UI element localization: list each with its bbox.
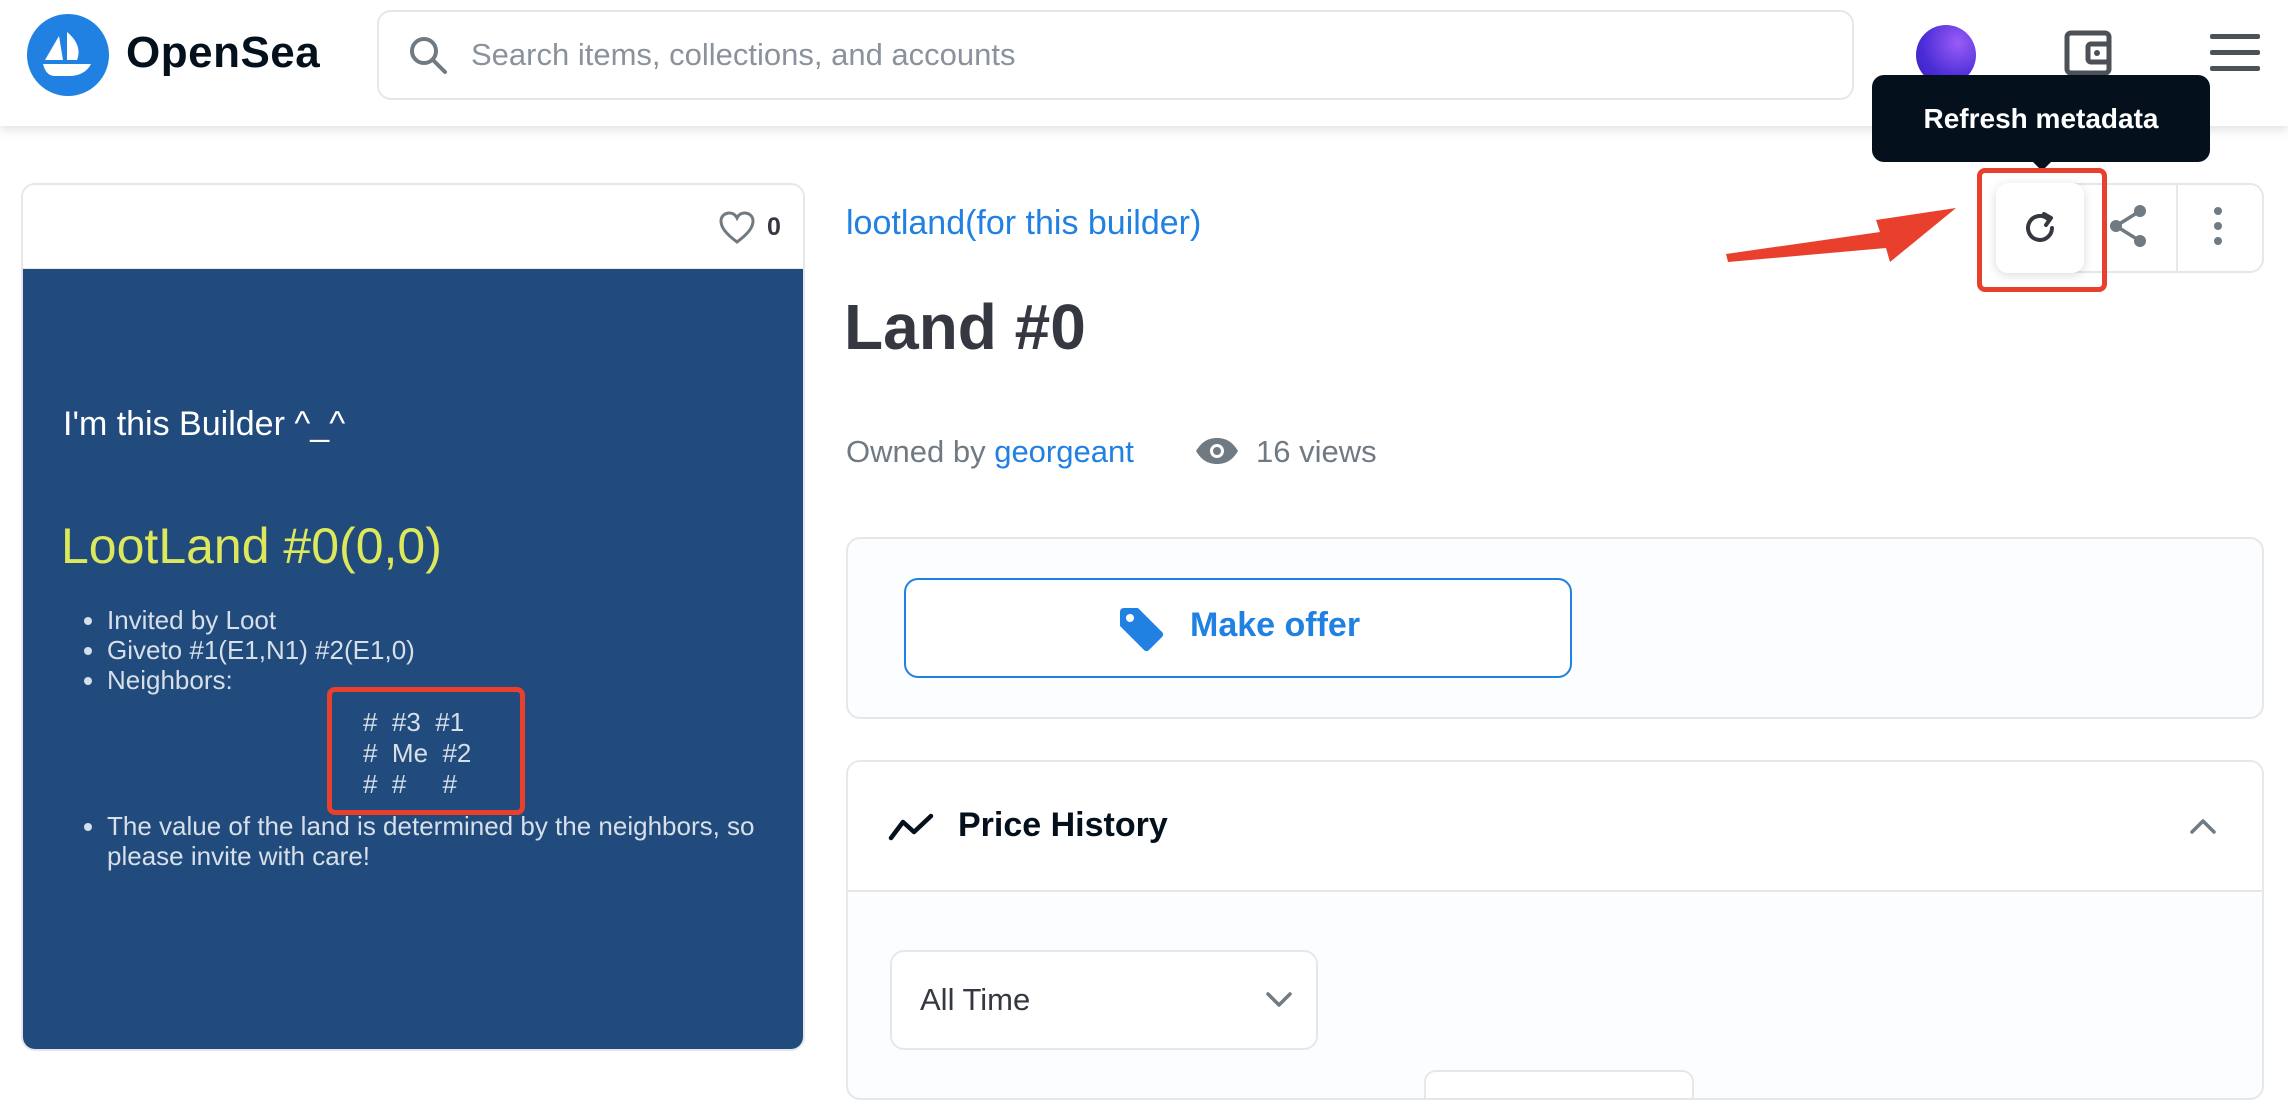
search-input[interactable]: Search items, collections, and accounts	[377, 10, 1854, 100]
heart-icon[interactable]	[719, 211, 755, 245]
refresh-metadata-tooltip: Refresh metadata	[1872, 75, 2210, 171]
artwork-title: LootLand #0(0,0)	[61, 518, 442, 574]
artwork-bullet: Invited by Loot	[107, 605, 415, 635]
refresh-highlight-box	[1977, 168, 2107, 292]
page-title: Land #0	[844, 291, 1086, 363]
wallet-icon[interactable]	[2064, 28, 2114, 78]
price-history-panel: Price History All Time	[846, 760, 2264, 1100]
tag-icon	[1120, 608, 1164, 652]
owned-by: Owned by georgeant	[846, 434, 1134, 470]
chart-summary-box	[1424, 1070, 1694, 1098]
owner-link[interactable]: georgeant	[994, 434, 1134, 469]
asset-artwork[interactable]: I'm this Builder ^_^ LootLand #0(0,0) In…	[23, 269, 803, 1049]
opensea-logo-icon[interactable]	[27, 14, 109, 96]
price-history-header[interactable]: Price History	[848, 762, 2262, 892]
artwork-note-list: The value of the land is determined by t…	[107, 811, 787, 871]
menu-icon[interactable]	[2210, 34, 2260, 72]
search-icon	[410, 37, 447, 74]
artwork-bullet-list: Invited by Loot Giveto #1(E1,N1) #2(E1,0…	[107, 605, 415, 695]
search-placeholder: Search items, collections, and accounts	[471, 37, 1016, 72]
brand-name[interactable]: OpenSea	[126, 28, 320, 78]
view-count: 16 views	[1256, 434, 1377, 469]
time-filter-select[interactable]: All Time	[890, 950, 1318, 1050]
neighbors-highlight-box	[327, 687, 525, 815]
eye-icon	[1196, 438, 1238, 464]
divider	[2176, 185, 2178, 271]
collection-link[interactable]: lootland(for this builder)	[846, 204, 1201, 243]
owned-by-label: Owned by	[846, 434, 986, 469]
make-offer-button[interactable]: Make offer	[904, 578, 1572, 678]
artwork-bullet: Giveto #1(E1,N1) #2(E1,0)	[107, 635, 415, 665]
asset-card-header: 0	[23, 185, 803, 269]
trend-icon	[888, 813, 934, 841]
chevron-up-icon[interactable]	[2188, 816, 2218, 836]
chevron-down-icon	[1266, 992, 1292, 1007]
favorites-count: 0	[767, 213, 781, 241]
annotation-arrow-icon	[1726, 208, 1956, 262]
price-history-title: Price History	[958, 806, 1168, 844]
time-filter-value: All Time	[920, 982, 1031, 1017]
artwork-note: The value of the land is determined by t…	[107, 811, 787, 871]
artwork-builder-line: I'm this Builder ^_^	[63, 405, 346, 443]
more-icon[interactable]	[2212, 206, 2224, 246]
share-icon[interactable]	[2108, 204, 2148, 248]
make-offer-label: Make offer	[1190, 606, 1361, 644]
asset-card: 0 I'm this Builder ^_^ LootLand #0(0,0) …	[21, 183, 805, 1051]
